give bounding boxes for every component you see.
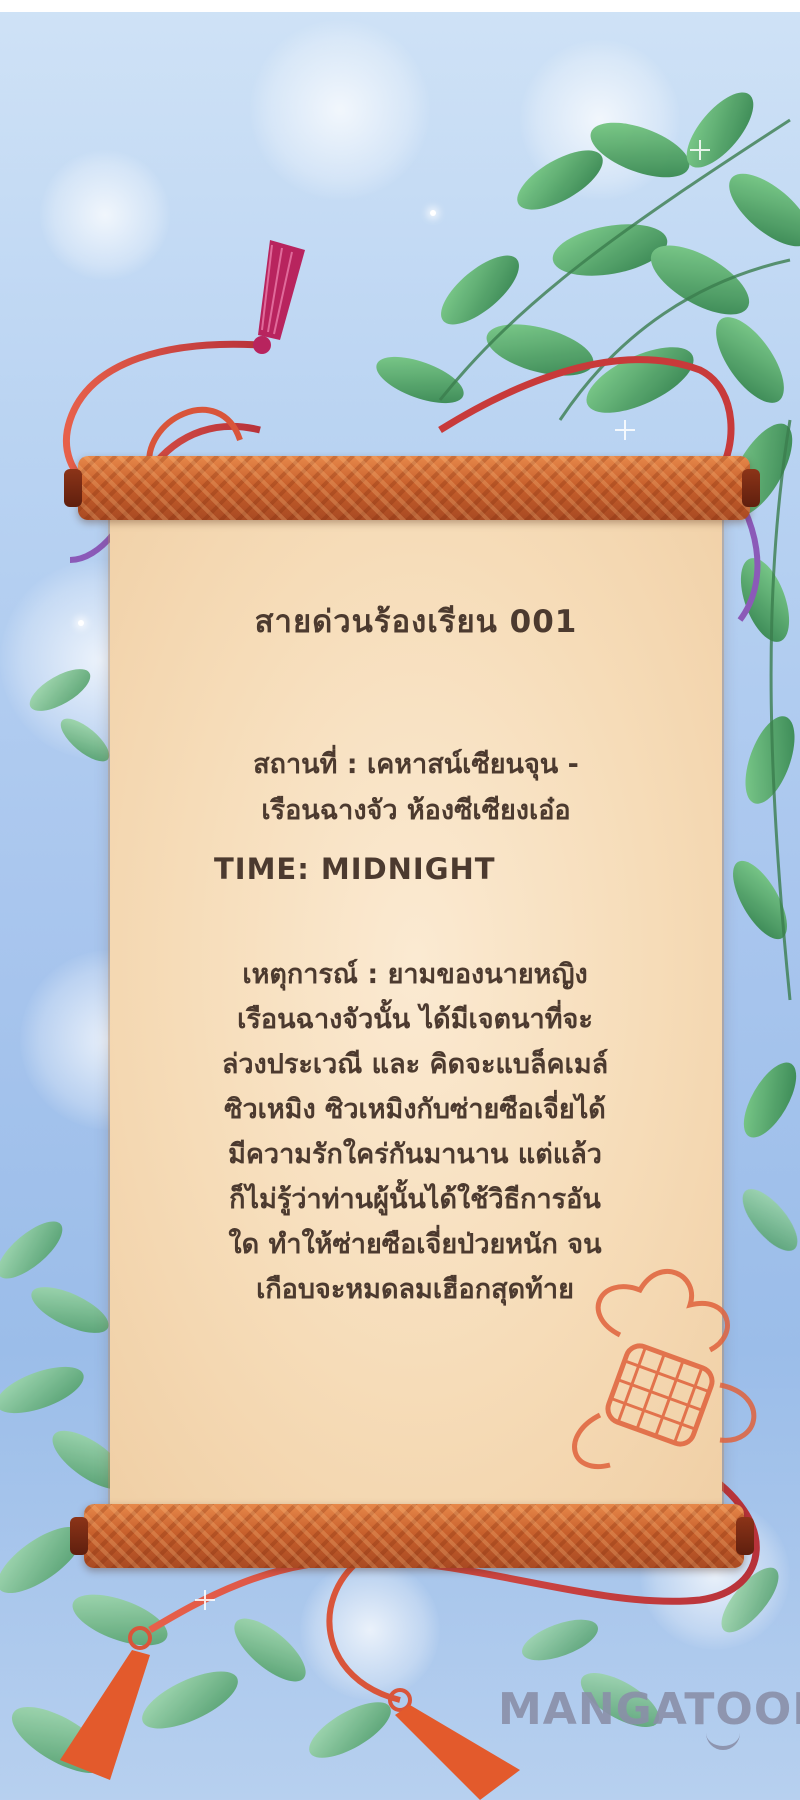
mangatoon-watermark: MANGATOON [498, 1684, 800, 1735]
event-line: ก็ไม่รู้ว่าท่านผู้นั้นได้ใช้วิธีการอัน [229, 1184, 601, 1215]
event-line: มีความรักใคร่กันมานาน แต่แล้ว [228, 1139, 602, 1170]
event-line: ล่วงประเวณี และ คิดจะแบล็คเมล์ [221, 1049, 609, 1080]
event-line: ซิวเหมิง ซิวเหมิงกับซ่ายซือเจี่ยได้ [224, 1094, 606, 1125]
event-line: เรือนฉางจัวนั้น ได้มีเจตนาที่จะ [237, 1004, 593, 1035]
location-line: สถานที่ : เคหาสน์เซียนจุน - [253, 749, 579, 780]
location-block: สถานที่ : เคหาสน์เซียนจุน - เรือนฉางจัว … [110, 742, 722, 834]
time-line: TIME: MIDNIGHT [214, 852, 496, 886]
chinese-knot-icon [572, 1268, 757, 1469]
location-line: เรือนฉางจัว ห้องซีเซียงเอ๋อ [261, 795, 571, 826]
event-line: เหตุการณ์ : ยามของนายหญิง [242, 959, 588, 990]
scroll-title: สายด่วนร้องเรียน 001 [254, 604, 578, 640]
event-line: ใด ทำให้ซ่ายซือเจี่ยป่วยหนัก จน [228, 1229, 602, 1260]
event-block: เหตุการณ์ : ยามของนายหญิง เรือนฉางจัวนั้… [150, 952, 680, 1312]
event-line: เกือบจะหมดลมเฮือกสุดท้าย [256, 1274, 574, 1305]
